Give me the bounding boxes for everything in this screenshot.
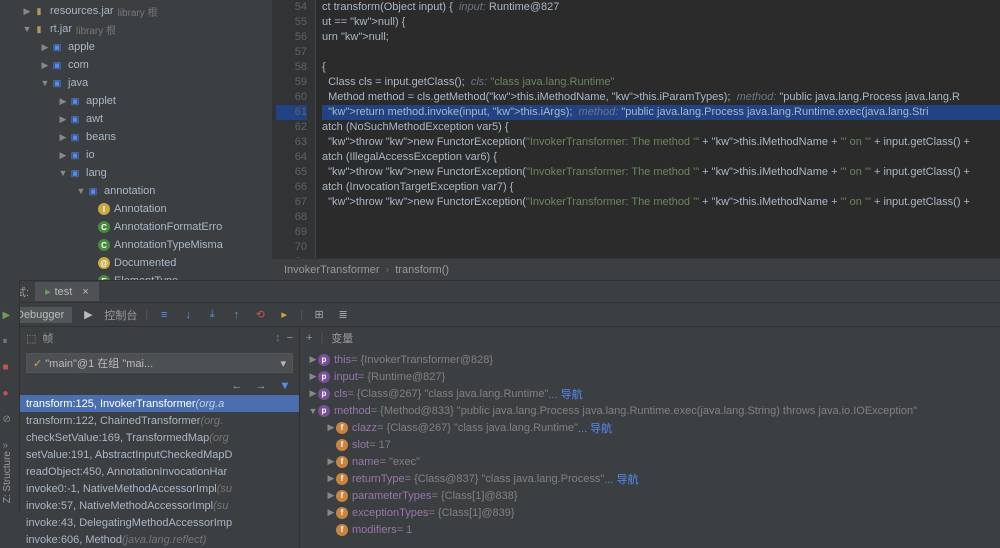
view-breakpoints-button[interactable]: ● — [3, 388, 17, 402]
package-icon: ▣ — [50, 58, 64, 72]
gutter[interactable]: 54555657585960616263646566676869707172 — [272, 0, 316, 258]
minus-icon[interactable]: − — [287, 332, 293, 344]
code-editor[interactable]: 54555657585960616263646566676869707172 c… — [272, 0, 1000, 280]
tree-jar[interactable]: ▼▮rt.jarlibrary 根 — [0, 20, 272, 38]
tree-pkg[interactable]: ▼▣annotation — [0, 182, 272, 200]
stack-frame[interactable]: invoke0:-1, NativeMethodAccessorImpl (su — [20, 480, 299, 497]
stack-frame[interactable]: transform:125, InvokerTransformer (org.a — [20, 395, 299, 412]
stack-frame[interactable]: invoke:43, DelegatingMethodAccessorImp — [20, 514, 299, 531]
sort-icon[interactable]: ↕ — [275, 332, 281, 344]
next-frame-button[interactable]: → — [253, 378, 269, 394]
stop-button[interactable]: ■ — [3, 362, 17, 376]
variable-row[interactable]: ▶fparameterTypes = {Class[1]@838} — [300, 487, 1000, 504]
project-tree[interactable]: ▶▮resources.jarlibrary 根 ▼▮rt.jarlibrary… — [0, 0, 272, 280]
console-tab[interactable]: 控制台 — [104, 307, 137, 323]
close-icon[interactable]: × — [82, 286, 88, 298]
tree-pkg[interactable]: ▶▣com — [0, 56, 272, 74]
stack-frame[interactable]: readObject:450, AnnotationInvocationHar — [20, 463, 299, 480]
vars-label: 变量 — [331, 330, 353, 346]
debug-panel: 调试: ▸test× Debugger ▶ 控制台 | ≡ ↓ ⤓ ↑ ⟲ ▸ … — [0, 280, 1000, 548]
variable-row[interactable]: fmodifiers = 1 — [300, 521, 1000, 538]
package-icon: ▣ — [50, 76, 64, 90]
stack-frame[interactable]: invoke:57, NativeMethodAccessorImpl (su — [20, 497, 299, 514]
trace-button[interactable]: ≣ — [335, 307, 351, 323]
step-over-button[interactable]: ≡ — [156, 307, 172, 323]
debug-toolbar: Debugger ▶ 控制台 | ≡ ↓ ⤓ ↑ ⟲ ▸ | ⊞ ≣ — [0, 303, 1000, 327]
breadcrumb[interactable]: InvokerTransformer › transform() — [272, 258, 1000, 280]
tree-pkg[interactable]: ▶▣applet — [0, 92, 272, 110]
force-step-button[interactable]: ⤓ — [204, 307, 220, 323]
tree-jar[interactable]: ▶▮resources.jarlibrary 根 — [0, 2, 272, 20]
resume-button[interactable]: ▶ — [3, 310, 17, 324]
step-out-button[interactable]: ↑ — [228, 307, 244, 323]
package-icon: ▣ — [68, 130, 82, 144]
annotation-icon: @ — [98, 257, 110, 269]
tree-class[interactable]: EElementType — [0, 272, 272, 280]
interface-icon: I — [98, 203, 110, 215]
frames-icon: ⬚ — [26, 332, 36, 345]
variable-row[interactable]: ▶fclazz = {Class@267} "class java.lang.R… — [300, 419, 1000, 436]
jar-icon: ▮ — [32, 22, 46, 36]
variable-row[interactable]: ▼pmethod = {Method@833} "public java.lan… — [300, 402, 1000, 419]
tree-pkg[interactable]: ▼▣java — [0, 74, 272, 92]
package-icon: ▣ — [68, 94, 82, 108]
package-icon: ▣ — [68, 148, 82, 162]
tree-pkg[interactable]: ▶▣apple — [0, 38, 272, 56]
tree-class[interactable]: @Documented — [0, 254, 272, 272]
tree-pkg[interactable]: ▶▣beans — [0, 128, 272, 146]
run-icon: ▸ — [45, 285, 51, 298]
tree-pkg[interactable]: ▶▣io — [0, 146, 272, 164]
stack-frame[interactable]: invoke:606, Method (java.lang.reflect) — [20, 531, 299, 548]
drop-frame-button[interactable]: ⟲ — [252, 307, 268, 323]
variable-row[interactable]: ▶pcls = {Class@267} "class java.lang.Run… — [300, 385, 1000, 402]
filter-frames-button[interactable]: ▼ — [277, 378, 293, 394]
thread-select[interactable]: ✓ "main"@1 在组 "mai...▾ — [26, 353, 293, 373]
debug-tab-test[interactable]: ▸test× — [35, 282, 99, 301]
variable-row[interactable]: ▶pinput = {Runtime@827} — [300, 368, 1000, 385]
console-button[interactable]: ▶ — [80, 307, 96, 323]
frames-label: 帧 — [42, 330, 53, 346]
structure-tool[interactable]: Z: Structure — [2, 451, 13, 503]
chevron-down-icon: ▾ — [280, 357, 286, 370]
tree-class[interactable]: IAnnotation — [0, 200, 272, 218]
tree-pkg[interactable]: ▼▣lang — [0, 164, 272, 182]
package-icon: ▣ — [50, 40, 64, 54]
stack-frame[interactable]: setValue:191, AbstractInputCheckedMapD — [20, 446, 299, 463]
variable-row[interactable]: ▶pthis = {InvokerTransformer@828} — [300, 351, 1000, 368]
code-area[interactable]: ct transform(Object input) { input: Runt… — [316, 0, 1000, 258]
variable-row[interactable]: ▶freturnType = {Class@837} "class java.l… — [300, 470, 1000, 487]
package-icon: ▣ — [68, 166, 82, 180]
variables-panel: +|变量 ▶pthis = {InvokerTransformer@828}▶p… — [300, 327, 1000, 548]
pause-button[interactable]: ⏸ — [3, 336, 17, 350]
package-icon: ▣ — [68, 112, 82, 126]
tree-class[interactable]: CAnnotationTypeMisma — [0, 236, 272, 254]
run-to-cursor-button[interactable]: ▸ — [276, 307, 292, 323]
step-into-button[interactable]: ↓ — [180, 307, 196, 323]
jar-icon: ▮ — [32, 4, 46, 18]
package-icon: ▣ — [86, 184, 100, 198]
class-icon: C — [98, 221, 110, 233]
stack-frame[interactable]: transform:122, ChainedTransformer (org. — [20, 412, 299, 429]
mute-breakpoints-button[interactable]: ⊘ — [3, 414, 17, 428]
stack-frame[interactable]: checkSetValue:169, TransformedMap (org — [20, 429, 299, 446]
breadcrumb-class[interactable]: InvokerTransformer — [284, 264, 380, 276]
variable-row[interactable]: fslot = 17 — [300, 436, 1000, 453]
evaluate-button[interactable]: ⊞ — [311, 307, 327, 323]
add-watch-button[interactable]: + — [306, 332, 312, 344]
prev-frame-button[interactable]: ← — [229, 378, 245, 394]
frames-panel: ⬚ 帧 ↕− ✓ "main"@1 在组 "mai...▾ ← → ▼ transf… — [20, 327, 300, 548]
tree-class[interactable]: CAnnotationFormatErro — [0, 218, 272, 236]
class-icon: C — [98, 239, 110, 251]
debug-tabs: 调试: ▸test× — [0, 281, 1000, 303]
variable-row[interactable]: ▶fname = "exec" — [300, 453, 1000, 470]
tree-pkg[interactable]: ▶▣awt — [0, 110, 272, 128]
breadcrumb-method[interactable]: transform() — [395, 264, 449, 276]
